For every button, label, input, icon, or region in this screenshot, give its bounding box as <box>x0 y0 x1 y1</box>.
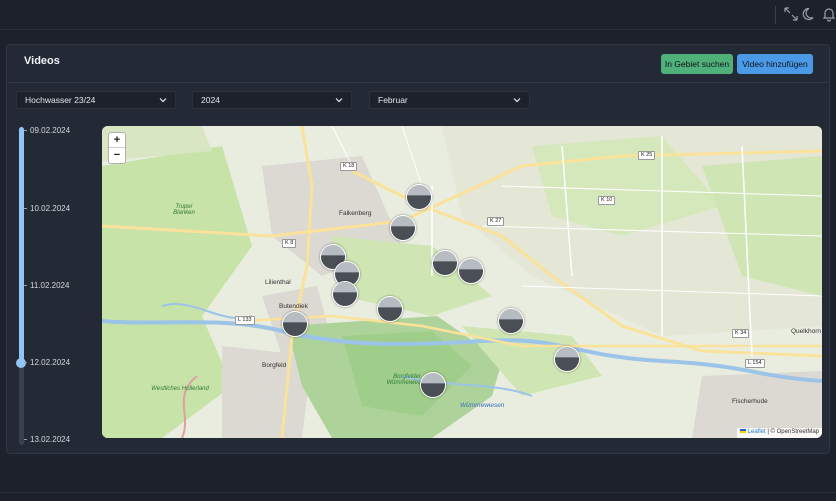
chevron-down-icon <box>335 98 343 103</box>
expand-icon[interactable] <box>783 6 799 22</box>
map-view[interactable]: + − K 18 K 8 K 27 K 10 K 25 L 133 K 34 L… <box>102 126 822 438</box>
leaflet-flag-icon <box>739 429 746 434</box>
event-select[interactable]: Hochwasser 23/24 <box>16 91 176 109</box>
year-select[interactable]: 2024 <box>192 91 352 109</box>
timeline-tick: 09.02.2024 <box>24 126 70 135</box>
leaflet-link[interactable]: Leaflet <box>748 429 766 435</box>
place-label: Fischerhude <box>732 398 768 405</box>
top-bar <box>0 0 836 30</box>
video-marker[interactable] <box>406 184 432 210</box>
water-label: Wümmewiesen <box>460 402 505 409</box>
month-select[interactable]: Februar <box>369 91 530 109</box>
area-label: Westliches Hollerland <box>151 386 209 392</box>
event-select-value: Hochwasser 23/24 <box>25 95 96 105</box>
card-header: Videos In Gebiet suchen Video hinzufügen <box>7 45 829 83</box>
video-marker[interactable] <box>458 258 484 284</box>
video-marker[interactable] <box>420 372 446 398</box>
place-label: Butendiek <box>279 303 308 310</box>
chevron-down-icon <box>159 98 167 103</box>
road-label: K 34 <box>732 329 750 338</box>
month-select-value: Februar <box>378 95 408 105</box>
bell-icon[interactable] <box>821 6 836 22</box>
map-attribution: Leaflet | © OpenStreetMap <box>736 428 822 438</box>
road-label: K 18 <box>340 162 358 171</box>
timeline-tick-selected: 12.02.2024 <box>24 358 70 367</box>
timeline-tick: 13.02.2024 <box>24 435 70 444</box>
zoom-control: + − <box>108 132 126 164</box>
video-marker[interactable] <box>377 296 403 322</box>
year-select-value: 2024 <box>201 95 220 105</box>
road-label: K 10 <box>598 196 616 205</box>
videos-card: Videos In Gebiet suchen Video hinzufügen… <box>6 44 830 454</box>
timeline-fill <box>19 127 24 363</box>
video-marker[interactable] <box>282 311 308 337</box>
place-label: Lilienthal <box>265 279 291 286</box>
area-label: Truper Blanken <box>173 204 195 216</box>
moon-icon[interactable] <box>802 6 818 22</box>
road-label: L 154 <box>745 359 765 368</box>
video-marker[interactable] <box>554 346 580 372</box>
topbar-divider <box>775 6 776 24</box>
video-marker[interactable] <box>432 250 458 276</box>
timeline-tick: 10.02.2024 <box>24 204 70 213</box>
chevron-down-icon <box>513 98 521 103</box>
search-area-button[interactable]: In Gebiet suchen <box>661 54 733 74</box>
road-label: K 25 <box>638 151 656 160</box>
osm-attribution: | © OpenStreetMap <box>765 429 819 435</box>
page-title: Videos <box>24 55 60 67</box>
timeline-tick: 11.02.2024 <box>24 281 69 290</box>
footer-bar <box>0 492 836 501</box>
place-label: Quelkhorn <box>791 328 821 335</box>
road-label: L 133 <box>235 316 255 325</box>
place-label: Borgfeld <box>262 362 287 369</box>
video-marker[interactable] <box>390 215 416 241</box>
road-label: K 8 <box>282 239 297 248</box>
place-label: Falkenberg <box>339 210 372 217</box>
road-label: K 27 <box>487 217 505 226</box>
zoom-out-button[interactable]: − <box>109 148 125 163</box>
video-marker[interactable] <box>498 308 524 334</box>
zoom-in-button[interactable]: + <box>109 133 125 148</box>
video-marker[interactable] <box>332 281 358 307</box>
add-video-button[interactable]: Video hinzufügen <box>737 54 813 74</box>
